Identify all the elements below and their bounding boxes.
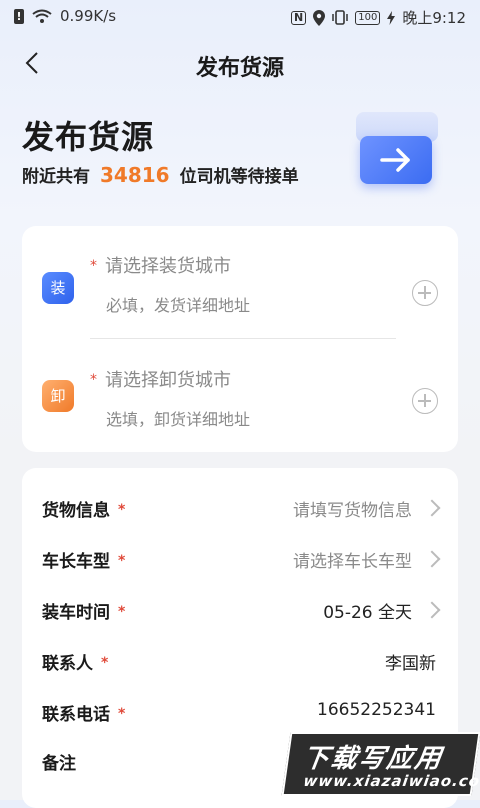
loading-time-row[interactable]: 装车时间 * 05-26 全天 xyxy=(22,584,458,634)
nfc-icon: N xyxy=(291,10,307,25)
required-star: * xyxy=(118,553,126,569)
battery-icon: 100 xyxy=(355,10,381,25)
network-speed: 0.99K/s xyxy=(60,7,117,25)
address-card: 装 * 请选择装货城市 必填，发货详细地址 卸 * 请选择卸货城市 选填，卸货详细地… xyxy=(22,226,458,452)
load-badge: 装 xyxy=(42,272,74,304)
load-address-hint: 必填，发货详细地址 xyxy=(106,296,251,315)
unload-city-title: * 请选择卸货城市 xyxy=(90,366,231,392)
watermark-url: www.xiazaiwiao.com xyxy=(302,772,480,790)
hero-sub-prefix: 附近共有 xyxy=(22,167,90,187)
required-star: * xyxy=(118,604,126,620)
nav-bar: 发布货源 xyxy=(0,40,480,86)
cargo-info-row[interactable]: 货物信息 * 请填写货物信息 xyxy=(22,482,458,532)
unload-badge: 卸 xyxy=(42,380,74,412)
contact-row[interactable]: 联系人 * 李国新 xyxy=(22,635,458,685)
remark-label: 备注 xyxy=(42,754,76,774)
watermark-title: 下载写应用 xyxy=(300,744,445,774)
plus-circle-icon[interactable] xyxy=(412,388,438,414)
unload-address-hint: 选填，卸货详细地址 xyxy=(106,410,251,429)
clock: 晚上9:12 xyxy=(402,9,466,27)
load-city-title: * 请选择装货城市 xyxy=(90,252,231,278)
hero-title: 发布货源 xyxy=(22,118,155,156)
chevron-right-icon xyxy=(423,601,441,619)
wifi-icon xyxy=(32,9,52,23)
required-star: * xyxy=(90,372,97,388)
required-star: * xyxy=(118,502,126,518)
cargo-info-value: 请填写货物信息 xyxy=(293,501,412,521)
plus-circle-icon[interactable] xyxy=(412,280,438,306)
status-right: N 100 晚上9:12 xyxy=(291,7,466,28)
cargo-info-label: 货物信息 xyxy=(42,501,110,521)
vibrate-icon xyxy=(332,10,348,25)
phone-row[interactable]: 联系电话 * 16652252341 xyxy=(22,686,458,736)
hero-illustration xyxy=(352,112,438,186)
unload-city-row[interactable]: 卸 * 请选择卸货城市 选填，卸货详细地址 xyxy=(22,358,458,454)
hero-sub-suffix: 位司机等待接单 xyxy=(179,167,299,187)
contact-label: 联系人 xyxy=(42,654,93,674)
watermark-logo: 下载写应用 www.xiazaiwiao.com xyxy=(281,732,480,796)
page-title: 发布货源 xyxy=(195,56,284,81)
driver-count: 34816 xyxy=(100,163,170,187)
truck-type-row[interactable]: 车长车型 * 请选择车长车型 xyxy=(22,533,458,583)
required-star: * xyxy=(118,706,126,722)
required-star: * xyxy=(90,258,97,274)
status-left: ! 0.99K/s xyxy=(14,7,116,25)
truck-type-label: 车长车型 xyxy=(42,552,110,572)
truck-type-value: 请选择车长车型 xyxy=(293,552,412,572)
divider xyxy=(90,338,396,339)
phone-label: 联系电话 xyxy=(42,705,110,725)
load-city-placeholder: 请选择装货城市 xyxy=(105,256,231,277)
unload-city-placeholder: 请选择卸货城市 xyxy=(105,370,231,391)
loading-time-value: 05-26 全天 xyxy=(323,603,412,623)
loading-time-label: 装车时间 xyxy=(42,603,110,623)
chevron-right-icon xyxy=(423,499,441,517)
location-icon xyxy=(313,9,326,26)
chevron-right-icon xyxy=(423,550,441,568)
status-bar: ! 0.99K/s N 100 晚上9:12 xyxy=(0,0,480,34)
alert-icon: ! xyxy=(14,8,24,24)
load-city-row[interactable]: 装 * 请选择装货城市 必填，发货详细地址 xyxy=(22,244,458,340)
hero-subtitle: 附近共有 34816 位司机等待接单 xyxy=(22,162,299,187)
phone-value[interactable]: 16652252341 xyxy=(317,700,436,720)
arrow-right-icon xyxy=(380,148,410,172)
required-star: * xyxy=(101,655,109,671)
contact-value[interactable]: 李国新 xyxy=(385,649,436,674)
charging-icon xyxy=(387,10,396,25)
